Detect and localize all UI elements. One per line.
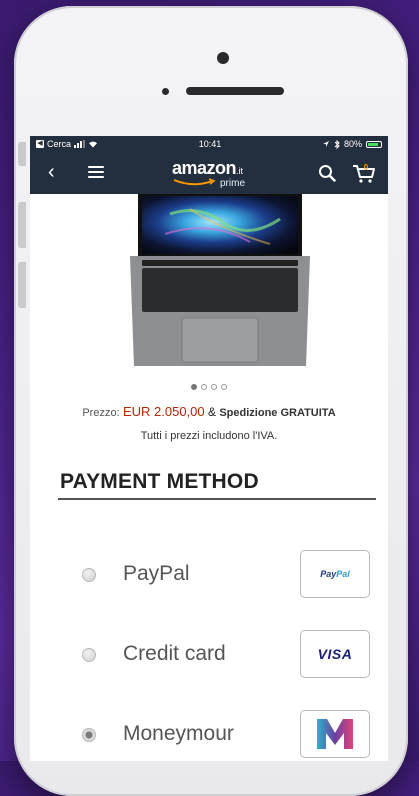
signal-icon [74,140,86,148]
battery-icon [366,140,382,148]
payment-option-moneymour[interactable]: Moneymour [30,710,388,760]
carousel-dot[interactable] [191,384,197,390]
moneymour-logo [300,710,370,758]
logo-wordmark: amazon [172,158,237,178]
moneymour-m-icon [317,719,353,749]
price-ampersand: & [207,405,216,419]
carousel-dot[interactable] [221,384,227,390]
price-value: EUR 2.050,00 [122,404,205,419]
cart-count: 0 [364,163,369,172]
wifi-icon [89,141,98,148]
back-chevron-icon[interactable]: ‹ [48,162,55,182]
logo-domain: .it [236,166,244,176]
product-laptop-image[interactable] [130,194,310,370]
cart-icon[interactable]: 0 [352,162,376,184]
price-label: Prezzo: [82,407,120,419]
paypal-logo-pay: Pay [320,569,337,579]
paypal-logo-pal: Pal [336,569,350,579]
top-navbar: ‹ amazon.it prime 0 [30,152,388,194]
payment-option-label: PayPal [123,562,190,585]
proximity-sensor [217,52,229,64]
mute-switch [18,142,26,166]
back-to-app-icon[interactable]: ◀ [36,140,44,148]
paypal-logo: PayPal [300,550,370,598]
title-divider [58,498,376,500]
payment-option-label: Moneymour [123,722,234,745]
amazon-prime-logo[interactable]: amazon.it prime [172,158,262,192]
hamburger-menu-icon[interactable] [88,166,104,178]
payment-option-paypal[interactable]: PayPal PayPal [30,550,388,600]
visa-logo-text: VISA [317,646,353,662]
logo-prime: prime [220,178,246,189]
payment-method-title: PAYMENT METHOD [60,470,259,493]
radio-moneymour[interactable] [82,728,96,742]
front-camera [162,88,169,95]
carousel-dot[interactable] [201,384,207,390]
app-screen: ◀ Cerca 10:41 80% ‹ amazon.it prime 0 Pr… [30,136,388,761]
battery-percent: 80% [343,139,362,149]
clock: 10:41 [198,139,222,149]
search-icon[interactable] [318,164,336,182]
payment-option-credit-card[interactable]: Credit card VISA [30,630,388,680]
volume-down-button [18,262,26,308]
vat-note: Tutti i prezzi includono l'IVA. [140,430,278,442]
carousel-dot[interactable] [211,384,217,390]
volume-up-button [18,202,26,248]
speaker-grill [186,87,284,95]
visa-logo: VISA [300,630,370,678]
location-icon [322,141,329,147]
carrier-label: Cerca [47,139,72,149]
carousel-dots[interactable] [30,384,388,390]
radio-credit-card[interactable] [82,648,96,662]
free-shipping-label: Spedizione GRATUITA [219,407,336,419]
earpiece-speaker [162,86,284,96]
price-line: Prezzo: EUR 2.050,00 & Spedizione GRATUI… [30,404,388,419]
radio-paypal[interactable] [82,568,96,582]
status-bar: ◀ Cerca 10:41 80% [30,136,388,152]
logo-smile-icon [173,178,216,186]
bluetooth-icon [334,139,340,149]
payment-option-label: Credit card [123,642,226,665]
